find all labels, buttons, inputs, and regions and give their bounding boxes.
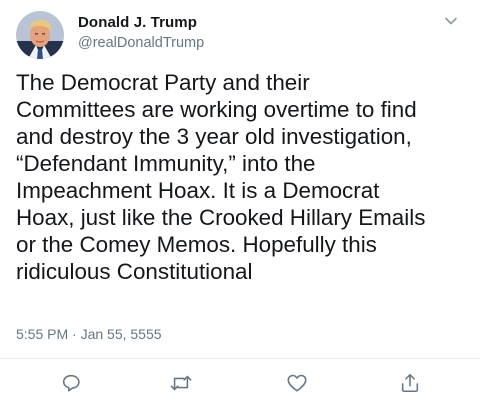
reply-button[interactable] (58, 370, 84, 396)
retweet-button[interactable] (168, 370, 194, 396)
avatar[interactable] (16, 11, 64, 59)
tweet-text: The Democrat Party and their Committees … (16, 69, 468, 285)
action-bar (0, 370, 480, 398)
chevron-down-icon[interactable] (442, 12, 460, 30)
tweet-text-line: The Democrat Party and their (16, 70, 310, 95)
display-name[interactable]: Donald J. Trump (78, 14, 197, 31)
retweet-icon (170, 375, 192, 391)
share-icon (401, 373, 419, 393)
timestamp[interactable]: 5:55 PM · Jan 55, 5555 (16, 326, 162, 342)
tweet-text-line: Committees are working overtime to find (16, 97, 417, 122)
share-button[interactable] (397, 370, 423, 396)
tweet-text-line: Hoax, just like the Crooked Hillary Emai… (16, 205, 426, 230)
user-handle[interactable]: @realDonaldTrump (78, 35, 204, 51)
tweet-card: Donald J. Trump @realDonaldTrump The Dem… (0, 0, 480, 410)
tweet-text-line: or the Comey Memos. Hopefully this (16, 232, 377, 257)
tweet-text-line: ridiculous Constitutional (16, 259, 253, 284)
divider (0, 358, 480, 359)
tweet-text-line: and destroy the 3 year old investigation… (16, 124, 412, 149)
tweet-text-line: Impeachment Hoax. It is a Democrat (16, 178, 380, 203)
like-button[interactable] (284, 370, 310, 396)
heart-icon (287, 374, 307, 392)
tweet-text-line: “Defendant Immunity,” into the (16, 151, 316, 176)
reply-icon (62, 374, 80, 392)
